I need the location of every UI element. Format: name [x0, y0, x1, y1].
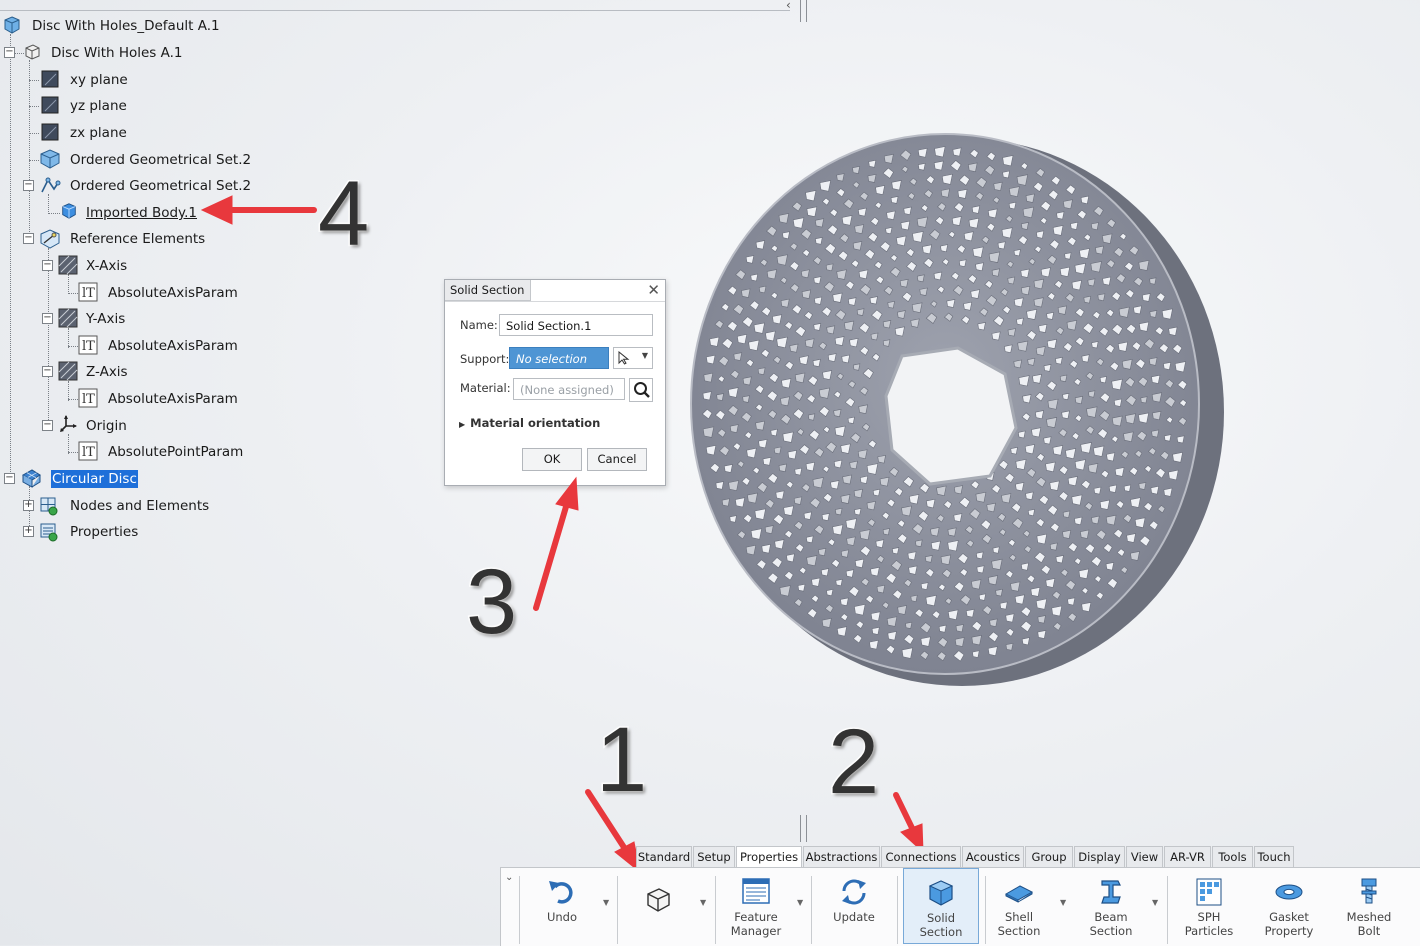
gasket-property-button[interactable]: Gasket Property	[1251, 868, 1327, 944]
tab-acoustics[interactable]: Acoustics	[962, 846, 1024, 867]
chevron-down-icon[interactable]: ▼	[797, 898, 803, 907]
annotation-number-4: 4	[316, 163, 370, 265]
chevron-down-icon[interactable]: ▼	[603, 898, 609, 907]
solid-section-button[interactable]: Solid Section	[903, 868, 979, 944]
chevron-down-icon[interactable]: ▼	[700, 898, 706, 907]
annotation-number-2: 2	[826, 711, 880, 813]
undo-icon	[549, 881, 573, 904]
chevron-down-icon[interactable]: ⌄	[505, 872, 513, 883]
bolt-icon	[1361, 878, 1377, 904]
annotation-number-3: 3	[464, 551, 518, 653]
tab-ar-vr[interactable]: AR-VR	[1164, 846, 1211, 867]
annotation-number-1: 1	[594, 709, 648, 811]
annotation-arrows	[200, 195, 924, 874]
feature-manager-button[interactable]: Feature Manager	[721, 868, 791, 944]
tab-tools[interactable]: Tools	[1212, 846, 1253, 867]
tab-display[interactable]: Display	[1074, 846, 1125, 867]
tab-abstractions[interactable]: Abstractions	[803, 846, 880, 867]
tab-standard[interactable]: Standard	[636, 846, 692, 867]
beam-section-button[interactable]: Beam Section	[1075, 868, 1147, 944]
shell-section-icon	[1004, 885, 1034, 903]
chevron-down-icon[interactable]: ▼	[1152, 898, 1158, 907]
tab-setup[interactable]: Setup	[693, 846, 735, 867]
undo-button[interactable]: Undo	[527, 868, 597, 944]
tab-group[interactable]: Group	[1025, 846, 1073, 867]
feature-manager-icon	[742, 878, 770, 904]
tab-view[interactable]: View	[1126, 846, 1163, 867]
beam-section-icon	[1101, 880, 1121, 904]
action-bar: ⌄ Undo ▼ ▼ Feature Manager ▼ Update Soli…	[500, 867, 1420, 946]
tab-touch[interactable]: Touch	[1254, 846, 1294, 867]
update-icon	[842, 879, 866, 905]
gasket-icon	[1275, 884, 1303, 900]
tab-connections[interactable]: Connections	[881, 846, 961, 867]
sph-particles-button[interactable]: SPH Particles	[1173, 868, 1245, 944]
shell-section-button[interactable]: Shell Section	[985, 868, 1053, 944]
sph-particles-icon	[1196, 878, 1222, 906]
solid-section-icon	[928, 880, 954, 906]
meshed-bolt-button[interactable]: Meshed Bolt	[1333, 868, 1405, 944]
tab-properties[interactable]: Properties	[736, 846, 802, 867]
part-design-button[interactable]	[623, 868, 693, 944]
chevron-down-icon[interactable]: ▼	[1060, 898, 1066, 907]
part-icon	[647, 888, 670, 912]
update-button[interactable]: Update	[819, 868, 889, 944]
